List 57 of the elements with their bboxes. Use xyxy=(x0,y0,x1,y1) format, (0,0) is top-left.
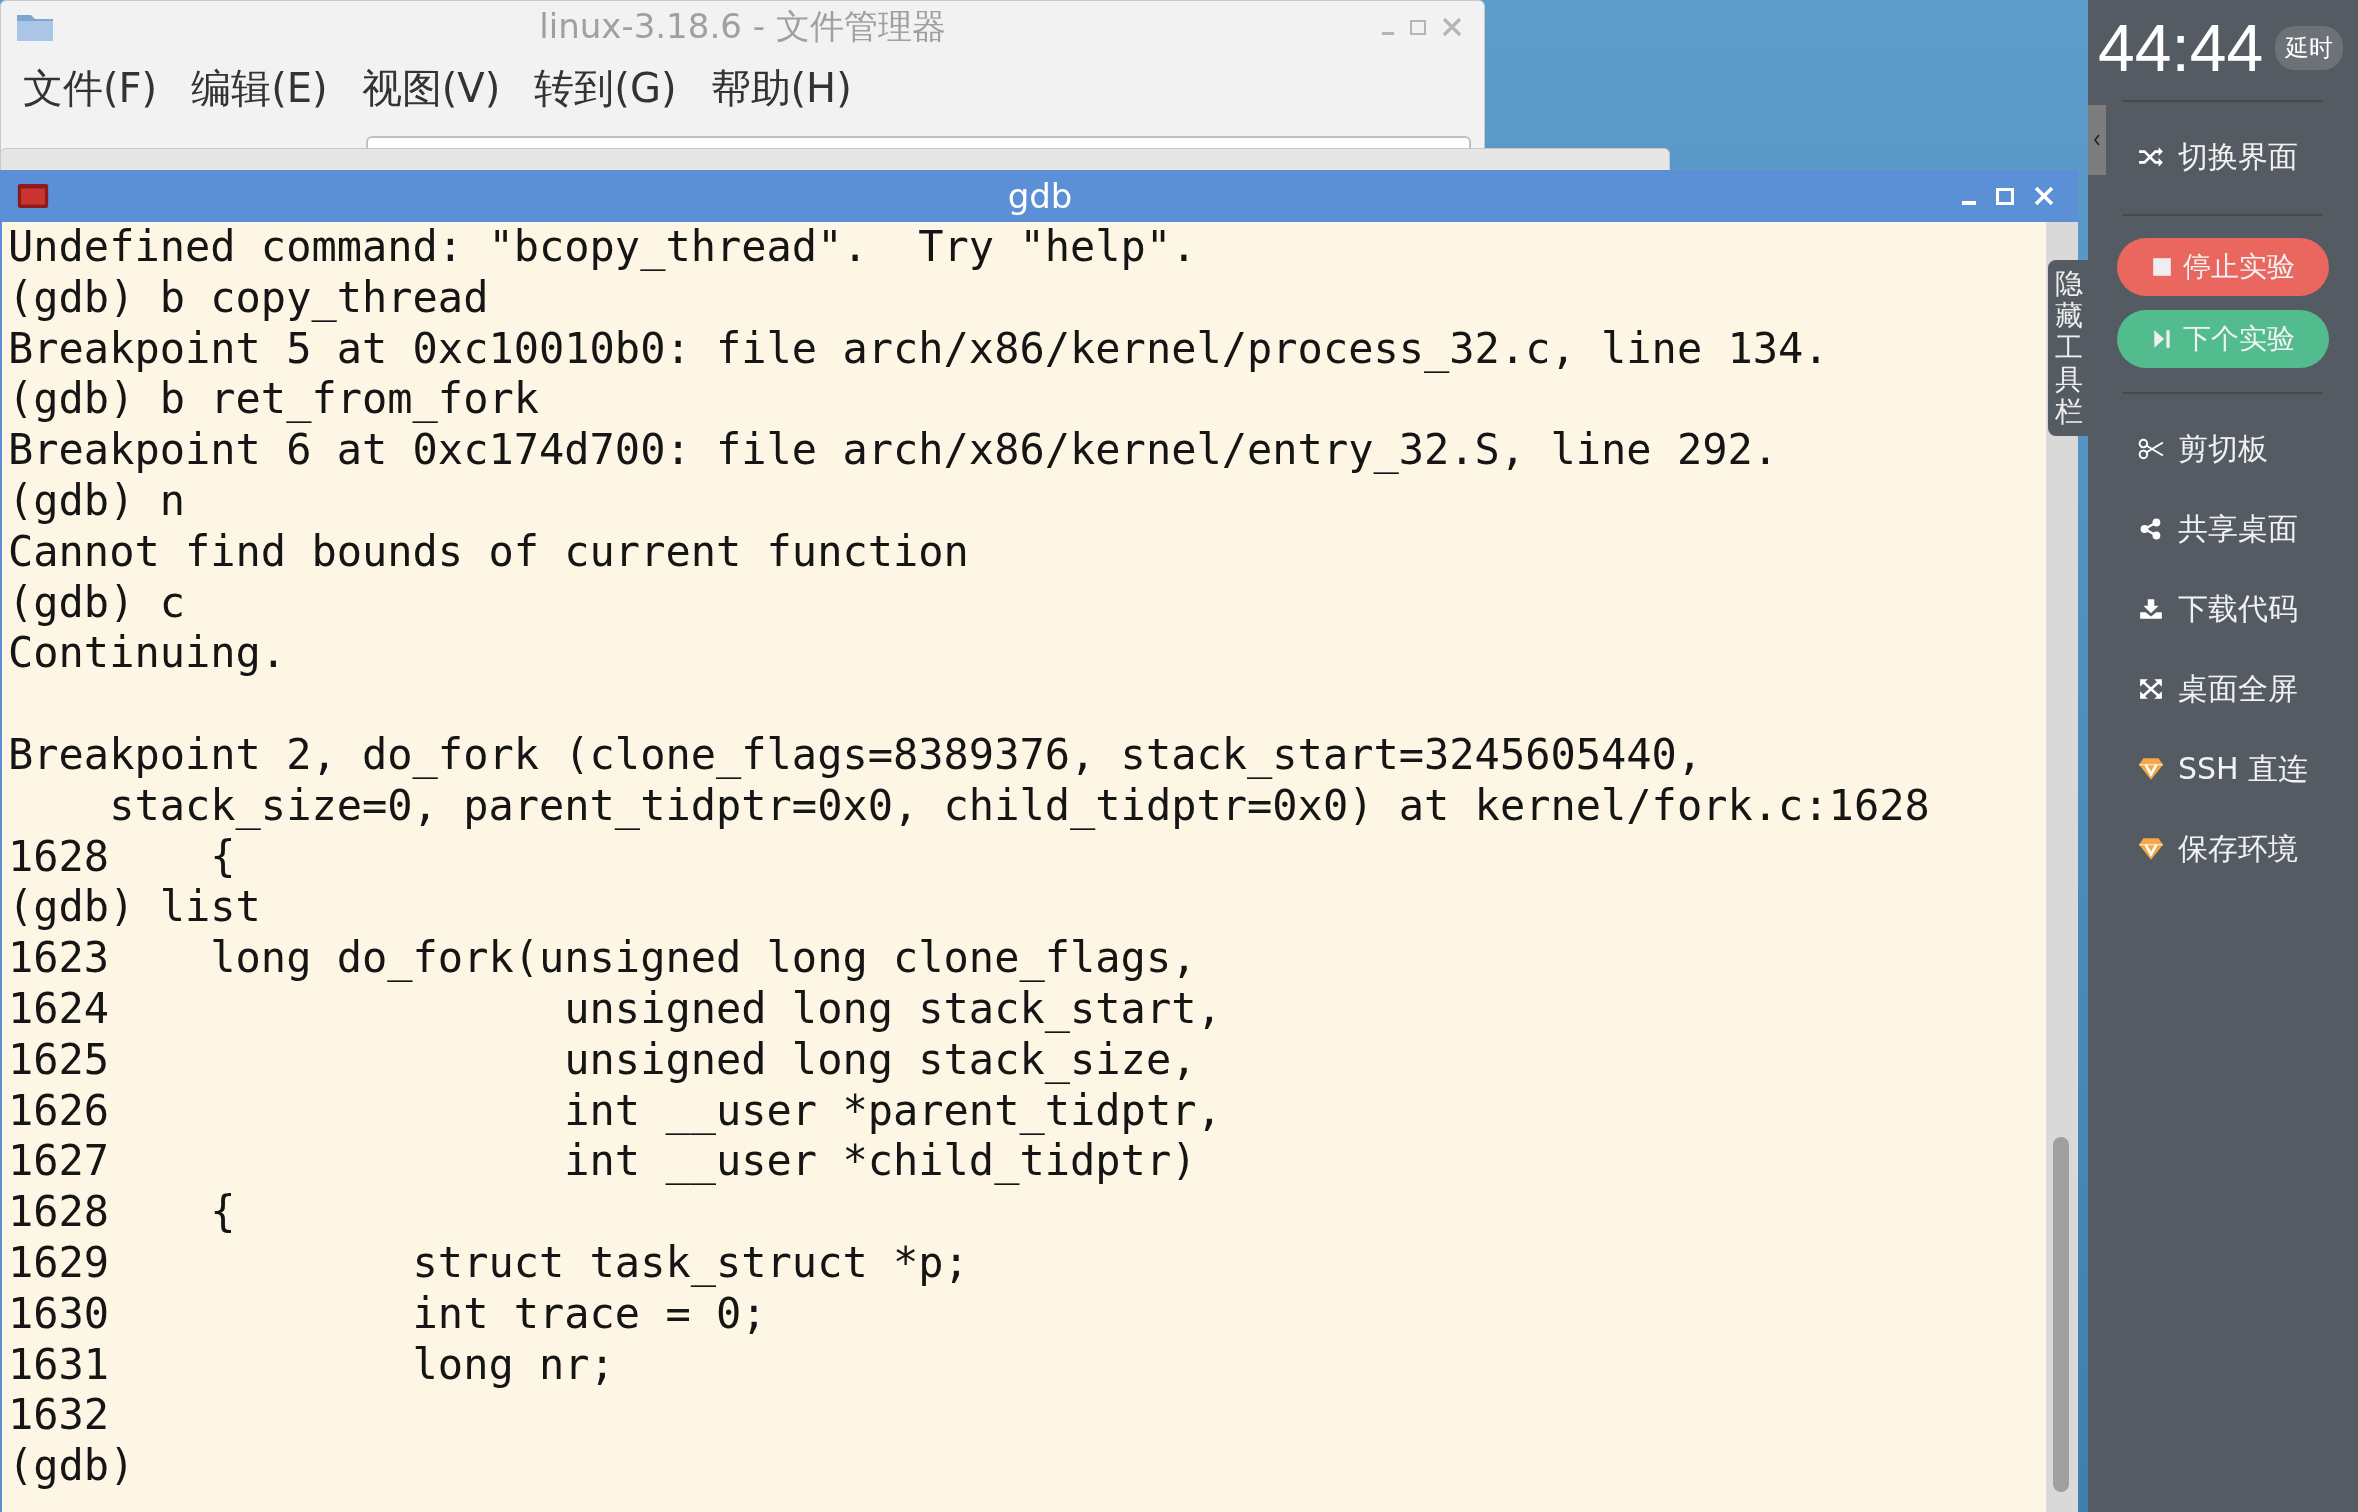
timer: 44:44 xyxy=(2098,10,2264,86)
diamond-icon xyxy=(2138,837,2164,861)
download-icon xyxy=(2138,598,2164,620)
panel-link[interactable]: 下载代码 xyxy=(2138,576,2308,642)
terminal-line: 1629 struct task_struct *p; xyxy=(8,1237,969,1289)
terminal-line: Breakpoint 6 at 0xc174d700: file arch/x86/kernel/entry_32.S, line 292. xyxy=(8,425,1779,476)
panel-link[interactable]: 切换界面 xyxy=(2138,124,2308,190)
minimize-icon[interactable] xyxy=(1962,201,1976,205)
panel-link[interactable]: 桌面全屏 xyxy=(2138,656,2308,722)
menu-item[interactable]: 帮助(H) xyxy=(710,60,852,116)
minimize-icon[interactable] xyxy=(1382,31,1394,35)
terminal-line: stack_size=0, parent_tidptr=0x0, child_tidptr=0x0) at kernel/fork.c:1628 xyxy=(108,780,1930,832)
terminal-line: 1628 { xyxy=(8,831,236,883)
terminal-line: (gdb) list xyxy=(8,882,261,934)
terminal-line: 1628 { xyxy=(8,1187,236,1238)
scissors-icon xyxy=(2138,438,2164,460)
menu-item[interactable]: 编辑(E) xyxy=(191,60,328,116)
chevron-icon xyxy=(2092,132,2102,148)
terminal-icon xyxy=(16,183,50,209)
terminal-line: 1627 int __user *child_tidptr) xyxy=(8,1136,1197,1188)
window-title: linux-3.18.6 - 文件管理器 xyxy=(539,5,946,48)
terminal-line: (gdb) c xyxy=(8,577,185,629)
terminal-line: Cannot find bounds of current function xyxy=(8,526,969,578)
terminal-line: (gdb) xyxy=(8,1441,135,1492)
delay-button[interactable]: 延时 xyxy=(2275,26,2344,70)
menu-item[interactable]: 转到(G) xyxy=(534,60,677,116)
menu-item[interactable]: 视图(V) xyxy=(361,60,501,116)
panel-link[interactable]: SSH 直连 xyxy=(2138,736,2308,802)
panel-link[interactable]: 剪切板 xyxy=(2138,416,2308,482)
expand-icon xyxy=(2138,678,2164,700)
terminal-line: (gdb) b ret_from_fork xyxy=(8,374,539,426)
stop-icon xyxy=(2151,256,2173,278)
terminal-line: 1631 long nr; xyxy=(8,1339,615,1391)
terminal-line: (gdb) b copy_thread xyxy=(8,272,489,324)
maximize-icon[interactable] xyxy=(1410,19,1426,35)
window-title: gdb xyxy=(1007,176,1073,216)
panel-link[interactable]: 保存环境 xyxy=(2138,816,2308,882)
scrollbar-thumb[interactable] xyxy=(2053,1137,2069,1492)
shuffle-icon xyxy=(2138,146,2164,168)
terminal-line: (gdb) n xyxy=(8,476,185,527)
terminal-line: Undefined command: "bcopy_thread". Try "help". xyxy=(8,222,1197,273)
terminal-line: Breakpoint 5 at 0xc10010b0: file arch/x86/kernel/process_32.c, line 134. xyxy=(8,323,1829,375)
terminal-line: 1625 unsigned long stack_size, xyxy=(8,1034,1197,1086)
hide-toolbar-tab[interactable]: 隐藏工具栏 xyxy=(2048,260,2090,436)
terminal-line: 1623 long do_fork(unsigned long clone_flags, xyxy=(8,933,1197,984)
collapse-tab[interactable] xyxy=(2088,105,2106,175)
menu-item[interactable]: 文件(F) xyxy=(23,60,158,116)
skip-icon xyxy=(2151,328,2173,350)
terminal-line: Continuing. xyxy=(8,628,287,680)
close-icon[interactable] xyxy=(1442,17,1462,37)
panel-link[interactable]: 共享桌面 xyxy=(2138,496,2308,562)
diamond-icon xyxy=(2138,757,2164,781)
terminal-line: 1624 unsigned long stack_start, xyxy=(8,983,1222,1035)
terminal-line: 1632 xyxy=(8,1390,110,1442)
terminal-line: 1630 int trace = 0; xyxy=(8,1288,767,1340)
terminal-line: 1626 int __user *parent_tidptr, xyxy=(8,1085,1222,1137)
terminal-line: Breakpoint 2, do_fork (clone_flags=8389376, stack_start=3245605440, xyxy=(8,729,1703,781)
